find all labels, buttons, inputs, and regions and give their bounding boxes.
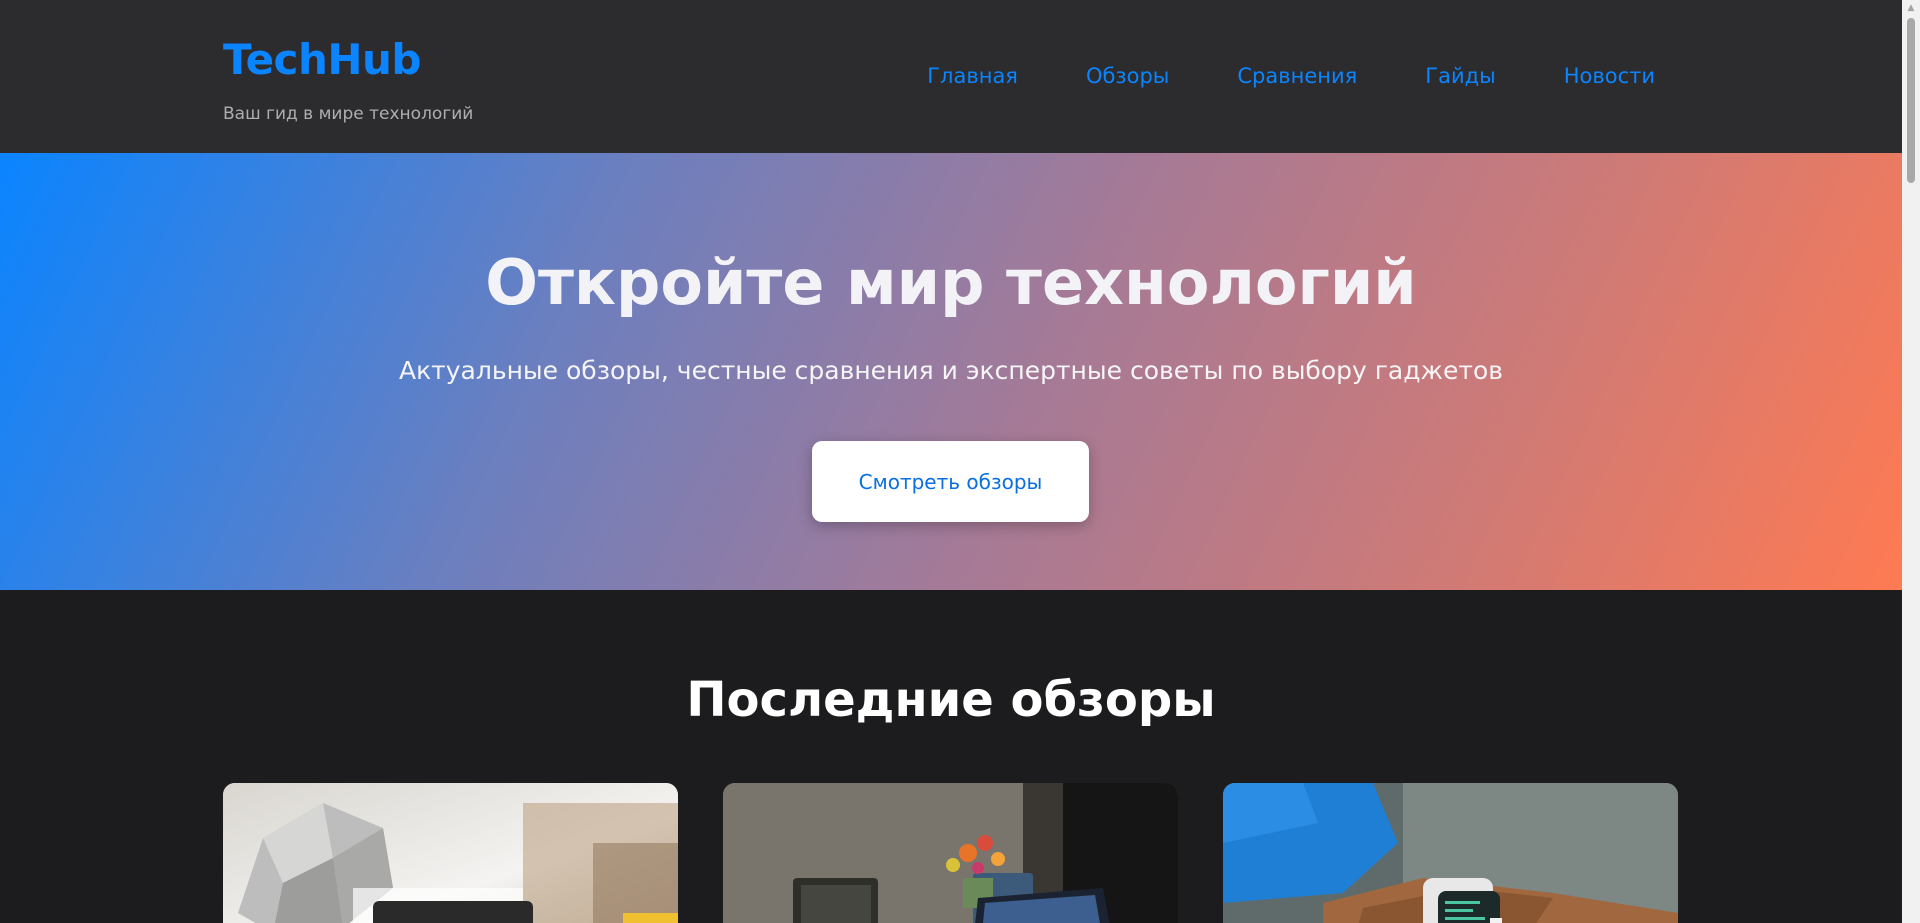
nav-link-guides[interactable]: Гайды [1425, 63, 1495, 89]
hero-banner: Откройте мир технологий Актуальные обзор… [0, 153, 1902, 590]
desk-gadgets-image [223, 783, 678, 923]
scroll-up-icon[interactable]: ▲ [1902, 0, 1920, 17]
hero-title: Откройте мир технологий [485, 246, 1417, 319]
review-card[interactable] [223, 783, 678, 923]
site-header: TechHub Ваш гид в мире технологий Главна… [0, 0, 1902, 153]
page-scrollbar[interactable]: ▲ [1902, 0, 1920, 923]
main-nav: Главная Обзоры Сравнения Гайды Новости [927, 63, 1655, 89]
hero-subtitle: Актуальные обзоры, честные сравнения и э… [398, 356, 1503, 385]
scroll-thumb[interactable] [1907, 18, 1915, 183]
brand-tagline: Ваш гид в мире технологий [223, 104, 474, 124]
nav-link-home[interactable]: Главная [927, 63, 1018, 89]
view-reviews-button[interactable]: Смотреть обзоры [812, 441, 1089, 522]
brand-logo[interactable]: TechHub [223, 34, 421, 86]
review-card[interactable] [723, 783, 1178, 923]
smartwatch-image [1223, 783, 1678, 923]
nav-link-reviews[interactable]: Обзоры [1086, 63, 1169, 89]
nav-link-comparisons[interactable]: Сравнения [1237, 63, 1357, 89]
section-title-latest-reviews: Последние обзоры [686, 672, 1216, 728]
nav-link-news[interactable]: Новости [1564, 63, 1655, 89]
review-card[interactable] [1223, 783, 1678, 923]
laptop-workspace-image [723, 783, 1178, 923]
